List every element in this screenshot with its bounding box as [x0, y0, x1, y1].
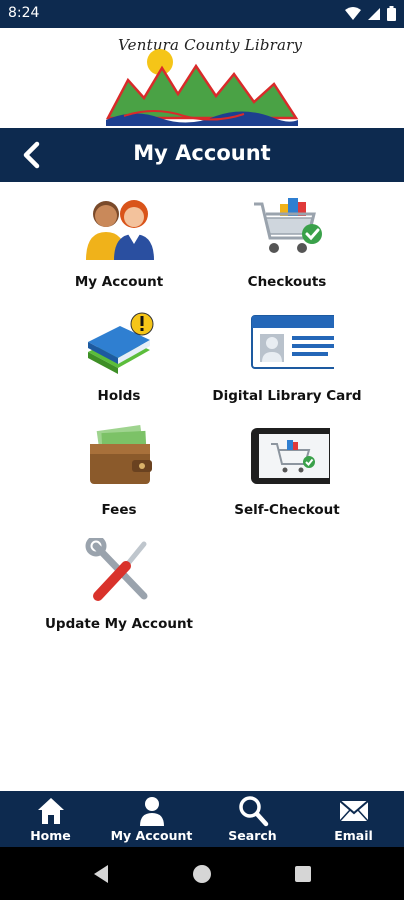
wallet-icon: [90, 425, 152, 484]
recents-square-icon[interactable]: [290, 861, 316, 887]
id-card-icon: [251, 315, 334, 369]
books-hold-icon: [88, 312, 154, 374]
nav-home[interactable]: Home: [0, 791, 101, 847]
nav-search[interactable]: Search: [202, 791, 303, 847]
tile-label: Self-Checkout: [234, 502, 340, 518]
nav-label: My Account: [110, 828, 193, 843]
tile-self-checkout[interactable]: Self-Checkout: [186, 418, 388, 530]
status-time: 8:24: [8, 5, 40, 21]
page-title: My Account: [133, 141, 271, 165]
search-icon: [238, 796, 268, 827]
back-triangle-icon[interactable]: [88, 861, 114, 887]
tile-label: Digital Library Card: [212, 388, 362, 404]
nav-label: Email: [334, 828, 373, 843]
status-bar: 8:24: [0, 0, 404, 28]
nav-my-account[interactable]: My Account: [101, 791, 202, 847]
home-icon: [37, 798, 64, 824]
signal-icon: [368, 7, 380, 20]
tile-label: Checkouts: [247, 274, 327, 290]
bottom-nav: Home My Account Search Email: [0, 791, 404, 847]
library-logo: Ventura County Library: [0, 28, 404, 128]
home-circle-icon[interactable]: [189, 861, 215, 887]
nav-email[interactable]: Email: [303, 791, 404, 847]
status-icons: [345, 6, 396, 21]
people-icon: [86, 200, 154, 260]
nav-label: Home: [30, 828, 71, 843]
tile-digital-library-card[interactable]: Digital Library Card: [186, 304, 388, 416]
tile-label: Update My Account: [44, 616, 194, 632]
system-nav-bar: [0, 847, 404, 900]
wifi-icon: [345, 6, 361, 20]
tools-icon: [85, 538, 148, 601]
person-icon: [139, 797, 164, 826]
battery-icon: [387, 6, 396, 21]
nav-label: Search: [228, 828, 277, 843]
envelope-icon: [338, 800, 369, 822]
header-bar: My Account: [0, 128, 404, 182]
tile-update-my-account[interactable]: Update My Account: [18, 532, 220, 644]
cart-icon: [254, 198, 322, 253]
tile-checkouts[interactable]: Checkouts: [186, 190, 388, 302]
mountains-logo-icon: [105, 49, 299, 126]
phone-cart-icon: [251, 428, 330, 484]
